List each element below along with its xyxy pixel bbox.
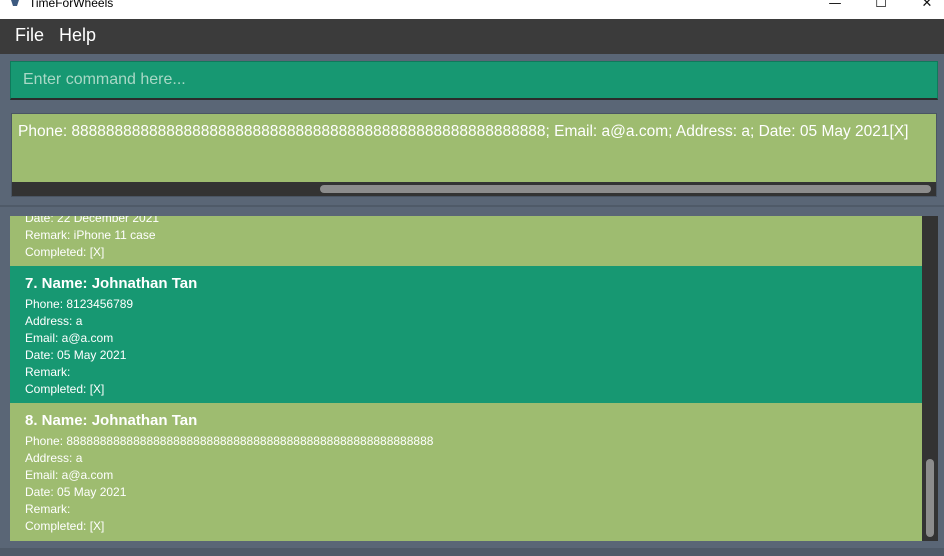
card-phone: Phone: 8123456789 — [25, 297, 134, 311]
card-phone: Phone: 888888888888888888888888888888888… — [25, 434, 434, 448]
vertical-scrollbar[interactable] — [922, 216, 938, 541]
horizontal-scrollbar-thumb[interactable] — [320, 185, 931, 193]
close-button[interactable]: ✕ — [904, 0, 944, 12]
result-text: Phone: 888888888888888888888888888888888… — [18, 123, 909, 140]
order-list: Date: 22 December 2021 Remark: iPhone 11… — [10, 216, 938, 541]
card-remark: Remark: — [25, 365, 71, 379]
command-box — [0, 54, 944, 106]
card-address: Address: a — [25, 314, 83, 328]
card-remark: Remark: — [25, 502, 71, 516]
window-title: TimeForWheels — [29, 0, 114, 10]
divider — [0, 205, 944, 207]
card-date: Date: 22 December 2021 — [25, 216, 160, 225]
card-date: Date: 05 May 2021 — [25, 348, 127, 362]
result-display: Phone: 888888888888888888888888888888888… — [11, 113, 937, 197]
card-email: Email: a@a.com — [25, 331, 114, 345]
status-bar — [0, 548, 944, 556]
menu-bar: File Help — [0, 19, 944, 54]
card-email: Email: a@a.com — [25, 468, 114, 482]
card-completed: Completed: [X] — [25, 382, 105, 396]
card-completed: Completed: [X] — [25, 519, 105, 533]
card-date: Date: 05 May 2021 — [25, 485, 127, 499]
menu-file[interactable]: File — [15, 25, 44, 46]
title-bar: TimeForWheels — ☐ ✕ — [0, 0, 944, 19]
list-item[interactable]: Date: 22 December 2021 Remark: iPhone 11… — [10, 216, 922, 266]
card-heading: 7. Name: Johnathan Tan — [25, 275, 198, 292]
list-item[interactable]: 8. Name: Johnathan Tan Phone: 8888888888… — [10, 403, 922, 541]
card-address: Address: a — [25, 451, 83, 465]
card-remark: Remark: iPhone 11 case — [25, 228, 156, 242]
horizontal-scrollbar[interactable] — [12, 182, 936, 196]
list-item[interactable]: 7. Name: Johnathan Tan Phone: 8123456789… — [10, 266, 922, 403]
command-input[interactable] — [10, 61, 938, 100]
minimize-button[interactable]: — — [812, 0, 858, 12]
card-heading: 8. Name: Johnathan Tan — [25, 412, 198, 429]
menu-help[interactable]: Help — [59, 25, 96, 46]
vertical-scrollbar-thumb[interactable] — [926, 459, 934, 537]
card-completed: Completed: [X] — [25, 245, 105, 259]
app-icon — [11, 0, 19, 6]
maximize-button[interactable]: ☐ — [858, 0, 904, 12]
